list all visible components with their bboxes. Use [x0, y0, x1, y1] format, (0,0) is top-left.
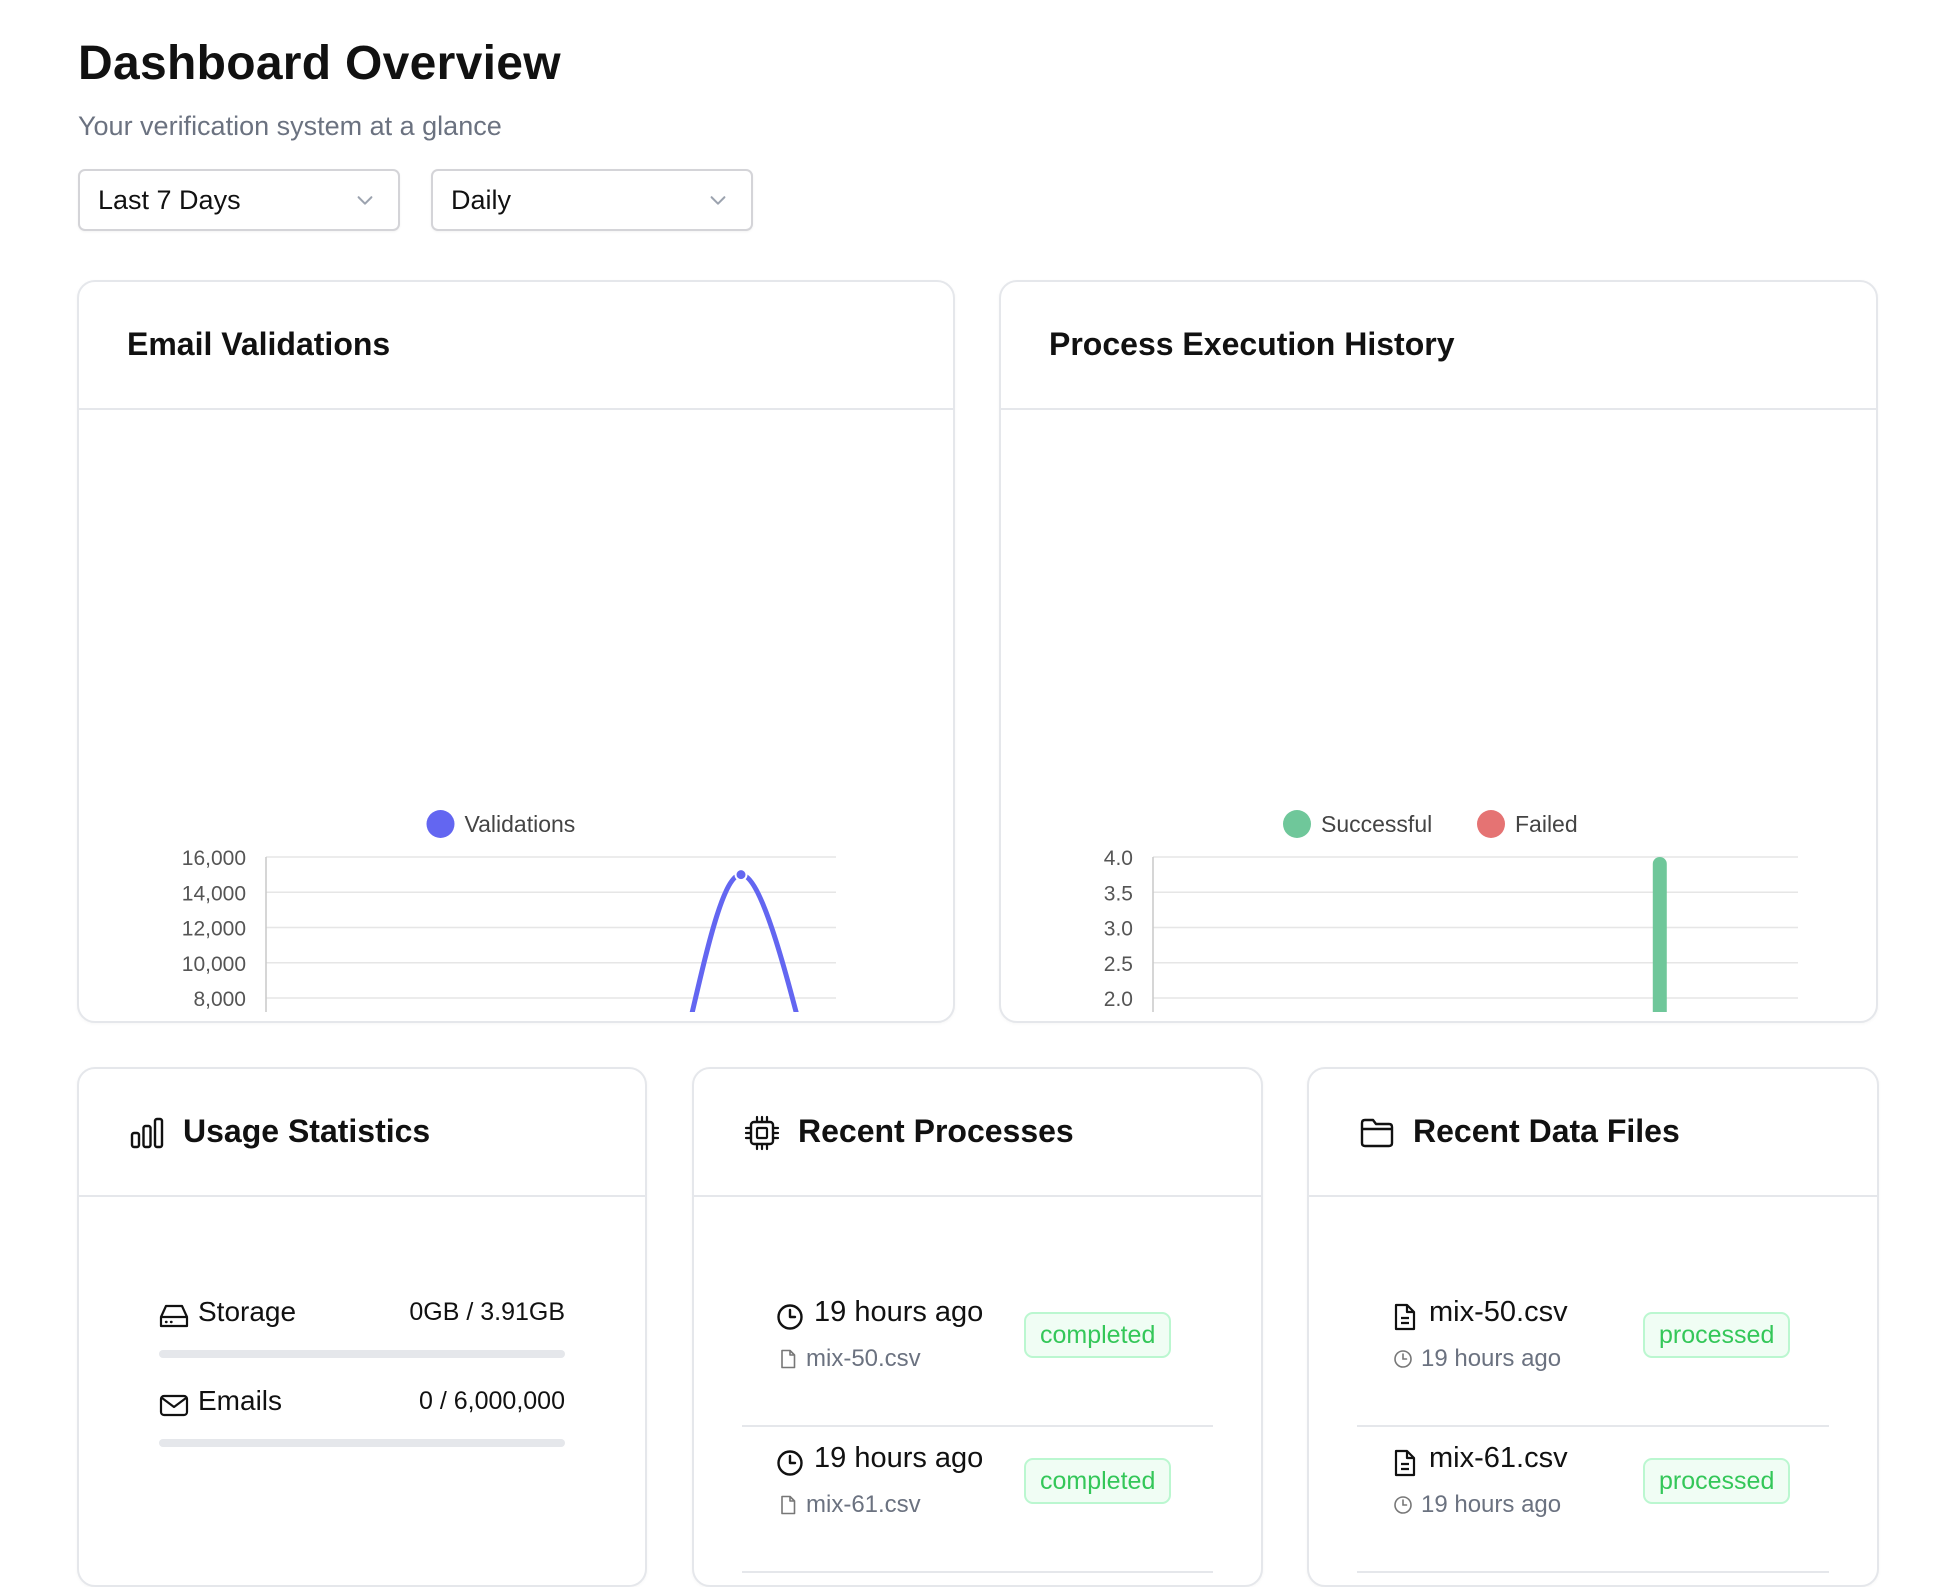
- card-title: Email Validations: [127, 326, 391, 362]
- usage-value: 0GB / 3.91GB: [409, 1298, 565, 1326]
- legend-swatch: [1477, 810, 1505, 838]
- interval-select[interactable]: Daily: [431, 169, 753, 231]
- legend-swatch: [426, 810, 455, 838]
- list-item[interactable]: 19 hours ago mix-61.csv completed: [742, 1425, 1213, 1573]
- legend-item: Failed: [1477, 810, 1578, 838]
- clock-icon: [777, 1304, 803, 1330]
- y-tick-label: 3.5: [1104, 882, 1133, 905]
- file-name: mix-50.csv: [1429, 1296, 1568, 1328]
- card-header: Process Execution History: [1001, 282, 1876, 410]
- usage-statistics-card: Usage Statistics Storage 0GB / 3.91GB Em…: [77, 1067, 647, 1587]
- usage-emails: Emails 0 / 6,000,000: [159, 1383, 565, 1447]
- clock-icon: [1394, 1496, 1412, 1514]
- y-tick-label: 16,000: [182, 847, 246, 870]
- page-subtitle: Your verification system at a glance: [78, 111, 502, 141]
- usage-value: 0 / 6,000,000: [419, 1387, 565, 1415]
- list-item[interactable]: mix-61.csv 19 hours ago processed: [1357, 1425, 1829, 1573]
- process-time: 19 hours ago: [814, 1442, 984, 1474]
- status-badge: completed: [1024, 1458, 1172, 1504]
- usage-label: Emails: [198, 1385, 283, 1416]
- card-header: Recent Data Files: [1309, 1069, 1877, 1197]
- legend-label: Successful: [1321, 811, 1432, 837]
- y-tick-label: 2.5: [1104, 953, 1133, 976]
- usage-storage: Storage 0GB / 3.91GB: [159, 1294, 565, 1358]
- usage-label: Storage: [198, 1296, 297, 1327]
- cpu-icon: [744, 1115, 780, 1151]
- file-icon: [781, 1349, 796, 1369]
- y-tick-label: 3.0: [1104, 918, 1133, 941]
- legend-label: Validations: [465, 811, 576, 837]
- file-time: 19 hours ago: [1421, 1345, 1562, 1372]
- card-header: Recent Processes: [694, 1069, 1261, 1197]
- clock-icon: [777, 1450, 803, 1476]
- email-validations-card: Email Validations 02,0004,0006,0008,0001…: [77, 280, 955, 1023]
- date-range-value: Last 7 Days: [98, 184, 241, 215]
- card-title: Usage Statistics: [183, 1113, 431, 1149]
- bar: [1652, 857, 1667, 1012]
- series-line: [689, 872, 799, 1012]
- card-title: Process Execution History: [1049, 326, 1455, 362]
- page-title: Dashboard Overview: [78, 37, 561, 90]
- card-header: Usage Statistics: [79, 1069, 645, 1197]
- file-text-icon: [1394, 1303, 1416, 1331]
- list-item[interactable]: mix-50.csv 19 hours ago processed: [1357, 1279, 1829, 1427]
- chevron-down-icon: [357, 196, 373, 205]
- mail-icon: [159, 1394, 189, 1417]
- status-badge: completed: [1024, 1312, 1172, 1358]
- process-time: 19 hours ago: [814, 1296, 984, 1328]
- process-file: mix-50.csv: [806, 1345, 921, 1372]
- y-tick-label: 8,000: [193, 988, 246, 1011]
- data-point: [734, 868, 748, 882]
- clock-icon: [1394, 1350, 1412, 1368]
- file-text-icon: [1394, 1449, 1416, 1477]
- file-time: 19 hours ago: [1421, 1491, 1562, 1518]
- list-item[interactable]: 19 hours ago mix-50.csv completed: [742, 1279, 1213, 1427]
- y-tick-label: 4.0: [1104, 847, 1133, 870]
- interval-value: Daily: [451, 184, 512, 215]
- folder-icon: [1360, 1118, 1394, 1148]
- y-tick-label: 10,000: [182, 953, 246, 976]
- y-tick-label: 2.0: [1104, 988, 1133, 1011]
- file-icon: [781, 1495, 796, 1515]
- card-title: Recent Processes: [798, 1113, 1074, 1149]
- card-title: Recent Data Files: [1413, 1113, 1680, 1149]
- y-tick-label: 14,000: [182, 882, 246, 905]
- legend-item: Successful: [1283, 810, 1432, 838]
- status-badge: processed: [1643, 1458, 1791, 1504]
- bar-chart-icon: [130, 1117, 164, 1149]
- card-header: Email Validations: [79, 282, 953, 410]
- legend-item: Validations: [426, 810, 576, 838]
- file-name: mix-61.csv: [1429, 1442, 1568, 1474]
- recent-processes-card: Recent Processes 19 hours ago mix-50.csv…: [692, 1067, 1263, 1587]
- process-history-card: Process Execution History 00.51.01.52.02…: [999, 280, 1878, 1023]
- legend-label: Failed: [1515, 811, 1578, 837]
- usage-progress-bar: [159, 1350, 565, 1358]
- y-tick-label: 12,000: [182, 918, 246, 941]
- chevron-down-icon: [710, 196, 726, 205]
- process-file: mix-61.csv: [806, 1491, 921, 1518]
- recent-data-files-card: Recent Data Files mix-50.csv 19 hours ag…: [1307, 1067, 1879, 1587]
- status-badge: processed: [1643, 1312, 1791, 1358]
- legend-swatch: [1283, 810, 1311, 838]
- date-range-select[interactable]: Last 7 Days: [78, 169, 400, 231]
- usage-progress-bar: [159, 1439, 565, 1447]
- hard-drive-icon: [159, 1304, 189, 1328]
- process-history-chart: 00.51.01.52.02.53.03.54.0WedThuFriSatSun…: [1104, 810, 1798, 1012]
- email-validations-chart: 02,0004,0006,0008,00010,00012,00014,0001…: [182, 810, 836, 1012]
